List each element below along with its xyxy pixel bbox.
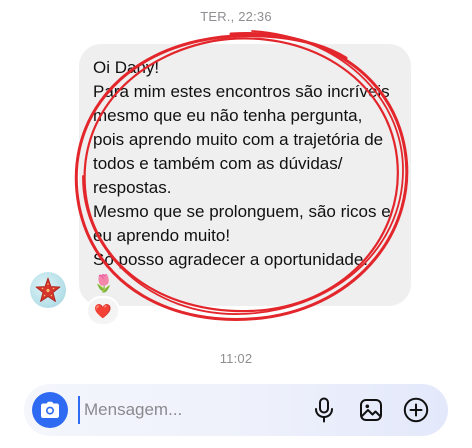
plus-circle-icon [403, 397, 429, 423]
voice-message-button[interactable] [310, 396, 338, 424]
more-options-button[interactable] [402, 396, 430, 424]
heart-reaction[interactable]: ❤️ [86, 296, 120, 326]
tulip-emoji: 🌷 [93, 274, 115, 293]
starfish-icon [35, 277, 61, 302]
message-text: Oi Dany! Para mim estes encontros são in… [93, 58, 391, 269]
gallery-icon [360, 399, 382, 421]
message-timestamp: 11:02 [219, 351, 253, 366]
message-timestamp: TER., 22:36 [200, 9, 272, 24]
heart-icon: ❤️ [94, 302, 112, 319]
microphone-icon [315, 397, 333, 423]
gallery-button[interactable] [357, 396, 385, 424]
chat-screen: TER., 22:36 Oi Dany! Para mim estes enco… [0, 0, 472, 448]
camera-icon [41, 401, 59, 418]
received-message-bubble[interactable]: Oi Dany! Para mim estes encontros são in… [79, 44, 411, 306]
sender-avatar[interactable] [30, 272, 66, 308]
camera-button[interactable] [32, 392, 68, 428]
message-composer [24, 384, 448, 436]
message-input[interactable] [78, 396, 294, 424]
